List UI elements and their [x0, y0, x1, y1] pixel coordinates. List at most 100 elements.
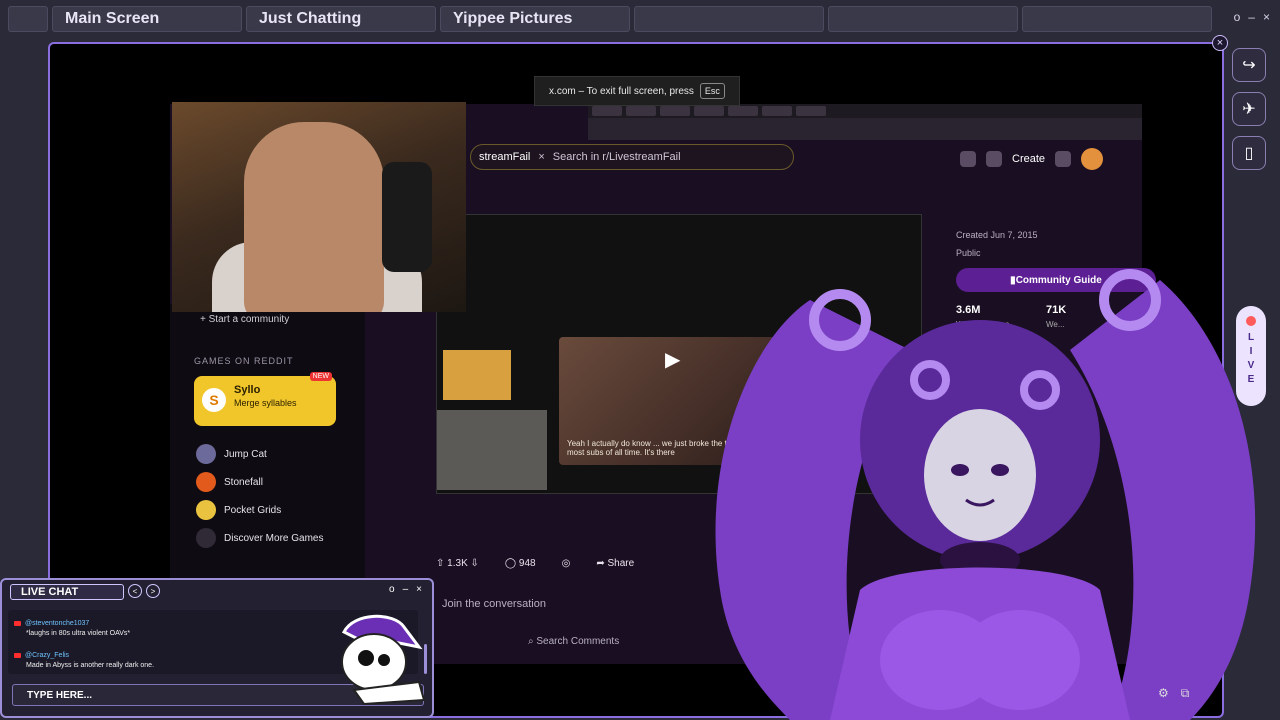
gamepad-icon — [196, 528, 216, 548]
scene-tab-empty[interactable] — [634, 6, 824, 32]
search-input[interactable]: Search in r/LivestreamFail — [553, 151, 681, 163]
search-comments-label: Search Comments — [536, 636, 620, 647]
comment-icon: ◯ — [504, 558, 519, 569]
gear-icon[interactable]: ⚙ — [1158, 686, 1169, 701]
post-actions: ⇧ 1.3K ⇩ ◯ 948 ◎ ➦ Share — [436, 558, 634, 569]
syllo-game-card[interactable]: NEW S Syllo Merge syllables — [194, 372, 336, 426]
browser-tab[interactable] — [592, 106, 622, 116]
notification-bell-icon[interactable] — [1055, 151, 1072, 167]
created-date: Created Jun 7, 2015 — [956, 230, 1038, 240]
vtuber-avatar — [715, 269, 1256, 720]
share-button[interactable]: ➦ Share — [596, 558, 634, 569]
embedded-webcam-thumbnail — [437, 410, 547, 490]
new-badge: NEW — [309, 372, 332, 381]
visibility-label: Public — [956, 248, 981, 258]
play-icon[interactable]: ▶ — [665, 347, 680, 372]
live-letter: E — [1247, 374, 1255, 385]
bookmark-icon: ▯ — [1244, 145, 1254, 162]
restore-button[interactable]: – — [1248, 10, 1255, 24]
join-conversation-input[interactable]: Join the conversation — [442, 598, 546, 610]
browser-tab[interactable] — [796, 106, 826, 116]
breadcrumb: streamFail — [479, 151, 531, 163]
game-item-stonefall[interactable]: Stonefall — [196, 472, 263, 492]
live-indicator: L I V E — [1236, 306, 1266, 406]
fullscreen-notice-text: x.com – To exit full screen, press — [549, 85, 694, 97]
search-comments-input[interactable]: ⌕ Search Comments — [528, 636, 619, 647]
live-letter: I — [1249, 346, 1253, 357]
chat-text: *laughs in 80s ultra violent OAVs* — [26, 630, 131, 637]
scene-tab-label: Just Chatting — [259, 10, 362, 27]
browser-tab[interactable] — [762, 106, 792, 116]
advertise-icon[interactable] — [960, 151, 976, 167]
plus-icon: + — [200, 314, 209, 325]
discover-more-games-link[interactable]: Discover More Games — [196, 528, 323, 548]
avatar[interactable] — [1081, 148, 1104, 170]
game-title: Syllo — [234, 384, 261, 396]
share-arrow-icon: ↪ — [1242, 57, 1256, 74]
chat-close-button[interactable]: × — [416, 584, 422, 595]
browser-tab[interactable] — [694, 106, 724, 116]
downvote-icon[interactable]: ⇩ — [468, 558, 479, 569]
minimize-button[interactable]: o — [1234, 10, 1241, 24]
chat-restore-button[interactable]: – — [403, 584, 409, 595]
pocket-grids-icon — [196, 500, 216, 520]
game-label: Jump Cat — [224, 448, 267, 460]
scene-tab-just-chatting[interactable]: Just Chatting — [246, 6, 436, 32]
chat-minimize-button[interactable]: o — [389, 584, 395, 595]
webcam-person — [244, 122, 384, 312]
chat-message: @steventonche1037 *laughs in 80s ultra v… — [14, 620, 130, 637]
games-section-header[interactable]: GAMES ON REDDIT — [194, 356, 294, 366]
close-button[interactable]: × — [1263, 10, 1270, 24]
share-arrow-button[interactable]: ↪ — [1232, 48, 1266, 82]
close-icon[interactable]: × — [538, 151, 544, 163]
youtube-icon — [14, 620, 21, 626]
popout-icon[interactable]: ⧉ — [1181, 686, 1190, 701]
chevron-right-icon[interactable]: > — [146, 584, 160, 598]
frame-close-icon[interactable]: × — [1212, 35, 1228, 51]
game-label: Stonefall — [224, 476, 263, 488]
rocket-button[interactable]: ✈ — [1232, 92, 1266, 126]
scene-tab-main-screen[interactable]: Main Screen — [52, 6, 242, 32]
browser-chrome — [588, 104, 1142, 140]
chat-text: Made in Abyss is another really dark one… — [26, 662, 155, 669]
stonefall-icon — [196, 472, 216, 492]
chat-username[interactable]: @Crazy_Felis — [25, 652, 69, 659]
comments-button[interactable]: ◯ 948 — [505, 558, 536, 569]
embedded-thumbnail — [443, 350, 511, 400]
chat-message: @Crazy_Felis Made in Abyss is another re… — [14, 652, 154, 669]
game-item-jump-cat[interactable]: Jump Cat — [196, 444, 267, 464]
browser-tab[interactable] — [728, 106, 758, 116]
youtube-icon — [14, 652, 21, 658]
chat-icon[interactable] — [986, 151, 1002, 167]
esc-key-badge: Esc — [699, 83, 725, 99]
scene-tab-empty[interactable] — [828, 6, 1018, 32]
live-letter: L — [1247, 332, 1255, 343]
subreddit-search-bar[interactable]: streamFail × Search in r/LivestreamFail — [470, 144, 794, 170]
chat-username[interactable]: @steventonche1037 — [25, 620, 89, 627]
bookmark-button[interactable]: ▯ — [1232, 136, 1266, 170]
scene-tab-blank[interactable] — [8, 6, 48, 32]
scene-tab-yippee-pictures[interactable]: Yippee Pictures — [440, 6, 630, 32]
start-community-label: Start a community — [208, 314, 290, 325]
fullscreen-notice: x.com – To exit full screen, press Esc — [534, 76, 740, 106]
share-label: Share — [607, 558, 635, 569]
award-icon[interactable]: ◎ — [562, 558, 571, 569]
start-community-link[interactable]: + Start a community — [200, 314, 289, 325]
live-letter: V — [1247, 360, 1255, 371]
comment-count: 948 — [518, 558, 536, 569]
chat-window-controls: o – × — [389, 584, 422, 595]
browser-tab[interactable] — [660, 106, 690, 116]
chevron-left-icon[interactable]: < — [128, 584, 142, 598]
upvote-icon[interactable]: ⇧ — [436, 558, 447, 569]
scene-tab-label: Yippee Pictures — [453, 10, 573, 27]
vote-control[interactable]: ⇧ 1.3K ⇩ — [436, 558, 479, 569]
game-label: Discover More Games — [224, 532, 324, 544]
create-button[interactable]: Create — [1012, 153, 1045, 165]
scene-tab-empty[interactable] — [1022, 6, 1212, 32]
live-dot-icon — [1246, 316, 1256, 326]
share-icon: ➦ — [596, 558, 608, 569]
browser-tab[interactable] — [626, 106, 656, 116]
game-item-pocket-grids[interactable]: Pocket Grids — [196, 500, 281, 520]
bottom-right-controls: ⚙ ⧉ — [1158, 686, 1189, 701]
game-label: Pocket Grids — [224, 504, 282, 516]
